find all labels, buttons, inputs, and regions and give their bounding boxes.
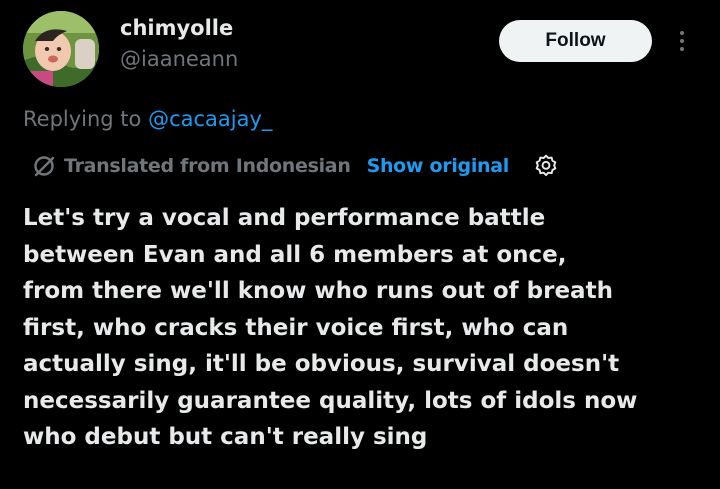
tweet-text-line: from there we'll know who runs out of br… bbox=[23, 278, 613, 304]
tweet-text-line: between Evan and all 6 members at once, bbox=[23, 241, 567, 268]
tweet-view: chimyolle @iaaneann Follow Replying to @… bbox=[0, 0, 720, 489]
translation-bar: Translated from Indonesian Show original bbox=[32, 151, 559, 181]
tweet-text-line: Let's try a vocal and performance battle bbox=[23, 205, 546, 231]
follow-button[interactable]: Follow bbox=[499, 20, 652, 62]
tweet-text-line: actually sing, it'll be obvious, surviva… bbox=[23, 351, 620, 377]
show-original-link[interactable]: Show original bbox=[367, 155, 510, 177]
tweet-text: Let's try a vocal and performance battle… bbox=[23, 200, 713, 456]
avatar-image bbox=[23, 11, 99, 87]
gear-icon[interactable] bbox=[533, 153, 559, 179]
tweet-text-line: who debut but can't really sing bbox=[23, 424, 428, 450]
tweet-text-line: first, who cracks their voice first, who… bbox=[23, 314, 569, 341]
author-handle[interactable]: @iaaneann bbox=[120, 47, 238, 71]
more-vertical-icon[interactable] bbox=[670, 24, 694, 58]
reply-prefix: Replying to bbox=[23, 107, 149, 131]
translated-label: Translated from Indonesian bbox=[64, 155, 351, 177]
avatar[interactable] bbox=[23, 11, 99, 87]
author-display-name[interactable]: chimyolle bbox=[120, 16, 233, 40]
reply-context: Replying to @cacaajay_ bbox=[23, 107, 272, 131]
translate-icon bbox=[34, 156, 55, 177]
tweet-text-line: necessarily guarantee quality, lots of i… bbox=[23, 387, 638, 414]
reply-mention-link[interactable]: @cacaajay_ bbox=[148, 107, 272, 131]
